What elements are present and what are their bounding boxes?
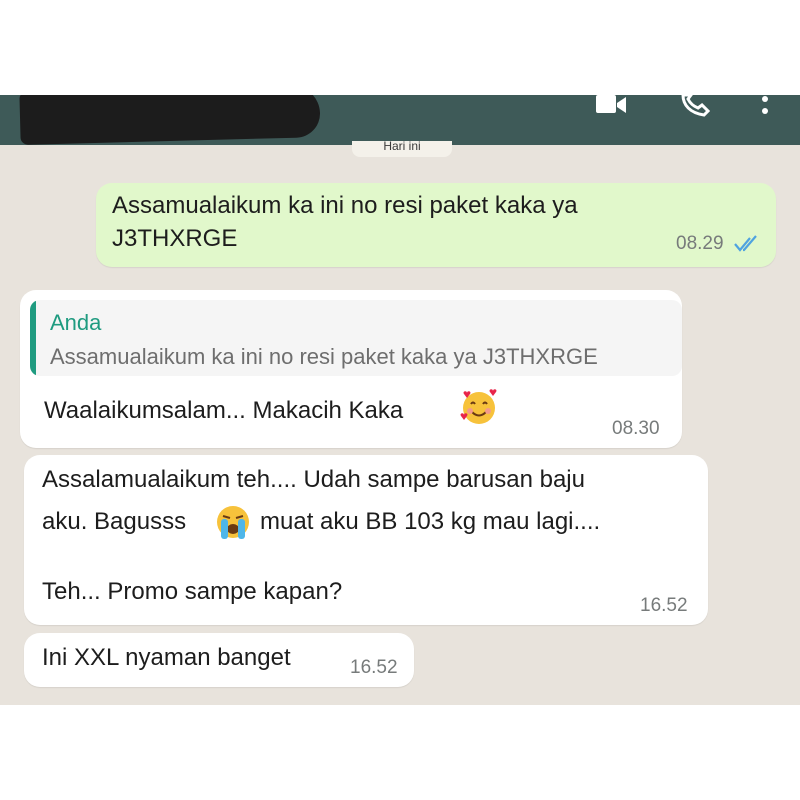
quote-accent-bar bbox=[30, 300, 36, 376]
message-time: 08.29 bbox=[676, 233, 724, 254]
message-time: 16.52 bbox=[640, 595, 688, 616]
quote-text: Assamualaikum ka ini no resi paket kaka … bbox=[50, 344, 598, 369]
message-text-line: aku. Bagusss bbox=[42, 508, 187, 535]
message-text-line: Teh... Promo sampe kapan? bbox=[42, 578, 343, 605]
chat-screen: Hari ini Assamualaikum ka ini no resi pa… bbox=[0, 95, 800, 705]
date-divider: Hari ini bbox=[352, 141, 452, 157]
outgoing-message[interactable]: Assamualaikum ka ini no resi paket kaka … bbox=[96, 183, 776, 267]
more-options-icon[interactable] bbox=[758, 95, 772, 119]
message-time: 08.30 bbox=[612, 418, 660, 439]
loudly-crying-face-emoji bbox=[217, 506, 249, 539]
video-call-icon[interactable] bbox=[596, 95, 628, 117]
quoted-reply[interactable]: Anda Assamualaikum ka ini no resi paket … bbox=[30, 300, 682, 376]
message-text: Ini XXL nyaman banget bbox=[42, 644, 291, 671]
quote-author: Anda bbox=[50, 310, 102, 335]
chat-header bbox=[0, 95, 800, 145]
message-text: Assamualaikum ka ini no resi paket kaka … bbox=[112, 192, 578, 252]
incoming-message[interactable]: Anda Assamualaikum ka ini no resi paket … bbox=[20, 290, 682, 448]
incoming-message[interactable]: Assalamualaikum teh.... Udah sampe barus… bbox=[24, 455, 708, 625]
message-text-line: Assalamualaikum teh.... Udah sampe barus… bbox=[42, 466, 585, 493]
incoming-message[interactable]: Ini XXL nyaman banget 16.52 bbox=[24, 633, 414, 687]
redacted-contact-name bbox=[19, 95, 321, 145]
message-time: 16.52 bbox=[350, 657, 398, 678]
voice-call-icon[interactable] bbox=[680, 95, 710, 117]
double-check-read-icon bbox=[734, 235, 757, 252]
smiling-face-with-hearts-emoji bbox=[460, 389, 497, 424]
message-text: Waalaikumsalam... Makacih Kaka bbox=[44, 397, 404, 424]
message-text-line: muat aku BB 103 kg mau lagi.... bbox=[260, 508, 601, 535]
